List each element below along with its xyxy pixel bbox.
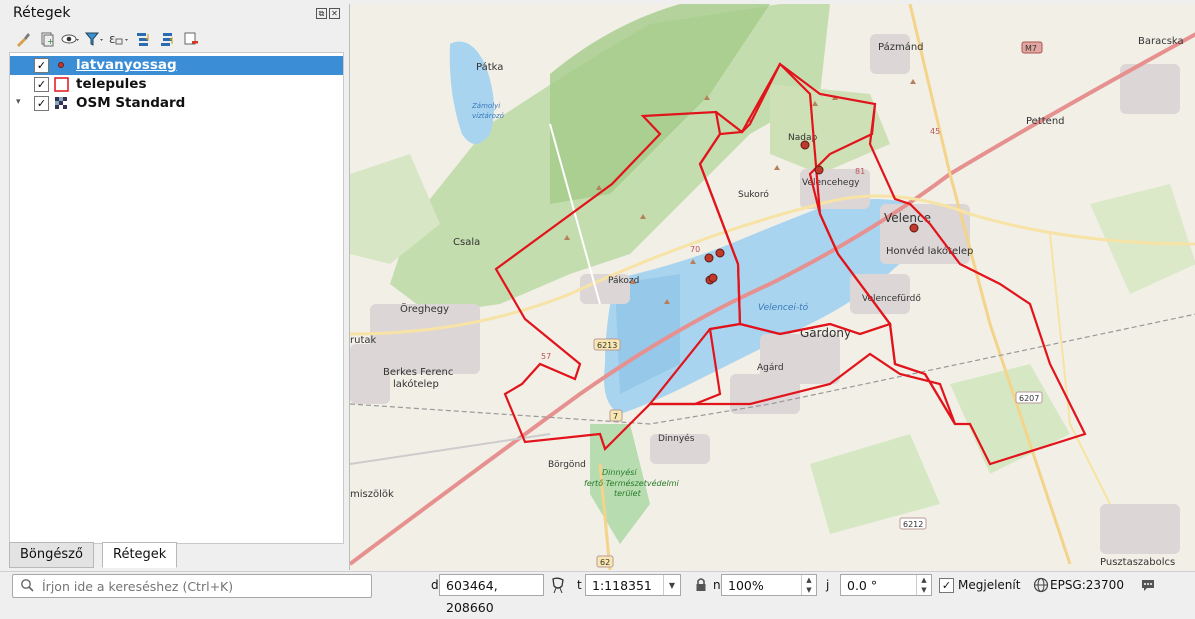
place-label: fertő Természetvédelmi <box>584 478 680 488</box>
place-label: Dinnyési <box>602 467 637 477</box>
rotation-label: j <box>826 578 830 592</box>
place-label: Velencei-tó <box>758 302 809 313</box>
road-label: 62 <box>600 558 610 567</box>
panel-title: Rétegek <box>13 5 71 21</box>
place-label: Börgönd <box>548 460 586 470</box>
place-label: Baracska <box>1138 36 1184 47</box>
place-label: Agárd <box>757 363 784 373</box>
layer-name: telepules <box>76 76 147 92</box>
road-label: 45 <box>930 127 940 136</box>
expression-filter-icon[interactable]: ε <box>108 29 129 49</box>
add-group-icon[interactable]: + <box>36 29 57 49</box>
scale-combobox[interactable]: 1:118351 ▼ <box>585 574 681 596</box>
place-label: terület <box>614 489 642 498</box>
layer-row-osm-standard[interactable]: ▾ ✓ OSM Standard <box>10 94 343 113</box>
place-label: víztározó <box>472 112 505 120</box>
point-layer-icon <box>54 58 68 72</box>
map-canvas[interactable]: M7 6213 6207 6212 62 7 70 57 81 45 Pátka… <box>349 4 1195 570</box>
road-label: 6212 <box>903 520 923 529</box>
chevron-down-icon[interactable]: ▾ <box>16 97 21 107</box>
place-label: Pettend <box>1026 116 1065 127</box>
place-label: Sukoró <box>738 189 769 200</box>
spin-arrows-icon[interactable]: ▲ ▼ <box>916 575 931 595</box>
filter-icon[interactable] <box>84 29 105 49</box>
collapse-all-icon[interactable] <box>156 29 177 49</box>
render-label: Megjelenít <box>958 578 1021 592</box>
coordinate-label: d <box>431 578 439 592</box>
road-label: M7 <box>1025 44 1037 53</box>
svg-text:+: + <box>47 37 54 46</box>
remove-layer-icon[interactable] <box>180 29 201 49</box>
scale-value: 1:118351 <box>592 578 652 593</box>
place-label: Berkes Ferenc <box>383 367 453 378</box>
road-label: 7 <box>613 412 618 421</box>
visibility-eye-icon[interactable] <box>60 29 81 49</box>
osm-basemap[interactable]: M7 6213 6207 6212 62 7 70 57 81 45 Pátka… <box>350 4 1195 570</box>
place-label: Pátka <box>476 61 503 73</box>
search-icon <box>20 578 34 596</box>
layer-row-latvanyossag[interactable]: ✓ latvanyossag <box>10 56 343 75</box>
layers-panel-header: Rétegek ⧉ ✕ <box>0 0 346 26</box>
close-panel-icon[interactable]: ✕ <box>329 8 340 19</box>
place-label: Zámolyi <box>471 102 500 110</box>
expand-all-icon[interactable] <box>132 29 153 49</box>
toggle-extents-icon[interactable] <box>550 576 566 598</box>
layer-visibility-checkbox[interactable]: ✓ <box>34 77 49 92</box>
magnifier-value: 100% <box>728 578 764 593</box>
tab-layers[interactable]: Rétegek <box>102 542 178 568</box>
place-label: Honvéd lakótelep <box>886 245 973 257</box>
magnifier-spinbox[interactable]: 100% ▲ ▼ <box>721 574 817 596</box>
road-label: 81 <box>855 167 865 176</box>
layer-visibility-checkbox[interactable]: ✓ <box>34 96 49 111</box>
spin-arrows-icon[interactable]: ▲ ▼ <box>801 575 816 595</box>
place-label: Dinnyés <box>658 433 695 444</box>
lock-scale-icon[interactable] <box>695 577 707 597</box>
place-label: Pákozd <box>608 276 639 286</box>
render-checkbox[interactable]: ✓ <box>939 578 954 593</box>
place-label: Pázmánd <box>878 41 924 53</box>
locator-search[interactable] <box>12 574 372 598</box>
road-label: 6213 <box>597 341 617 350</box>
layer-name: OSM Standard <box>76 95 186 111</box>
road-label: 57 <box>541 352 551 361</box>
road-label: 6207 <box>1019 394 1039 403</box>
layers-toolbar: + ε <box>12 28 201 50</box>
raster-layer-icon <box>54 96 68 110</box>
globe-icon[interactable] <box>1033 577 1049 597</box>
road-label: 70 <box>690 245 700 254</box>
layers-panel: Rétegek ⧉ ✕ + ε ✓ latvanyossag ✓ telepul… <box>0 0 346 570</box>
layer-row-telepules[interactable]: ✓ telepules <box>10 75 343 94</box>
place-label: lakótelep <box>393 378 439 390</box>
place-label: rutak <box>350 335 376 346</box>
place-label: miszölök <box>350 489 394 500</box>
rotation-spinbox[interactable]: 0.0 ° ▲ ▼ <box>840 574 932 596</box>
layer-visibility-checkbox[interactable]: ✓ <box>34 58 49 73</box>
messages-icon[interactable] <box>1140 577 1156 597</box>
magnifier-label: n <box>713 578 721 592</box>
tab-browser[interactable]: Böngésző <box>9 542 94 568</box>
layer-name: latvanyossag <box>76 57 177 73</box>
layer-tree: ✓ latvanyossag ✓ telepules ▾ ✓ OSM Stand… <box>9 52 344 544</box>
crs-label[interactable]: EPSG:23700 <box>1050 578 1124 592</box>
status-bar: d 603464, 208660 t 1:118351 ▼ n 100% ▲▼ … <box>0 571 1195 615</box>
search-input[interactable] <box>40 577 364 595</box>
scale-label: t <box>577 578 582 592</box>
float-panel-icon[interactable]: ⧉ <box>316 8 327 19</box>
coordinate-field[interactable]: 603464, 208660 <box>439 574 544 615</box>
style-manager-icon[interactable] <box>12 29 33 49</box>
rotation-value: 0.0 ° <box>847 578 878 593</box>
place-label: Öreghegy <box>400 302 449 315</box>
place-label: Pusztaszabolcs <box>1100 557 1175 568</box>
polygon-layer-icon <box>54 77 69 92</box>
svg-text:ε: ε <box>109 32 116 46</box>
chevron-down-icon[interactable]: ▼ <box>663 575 680 595</box>
place-label: Csala <box>453 237 480 248</box>
